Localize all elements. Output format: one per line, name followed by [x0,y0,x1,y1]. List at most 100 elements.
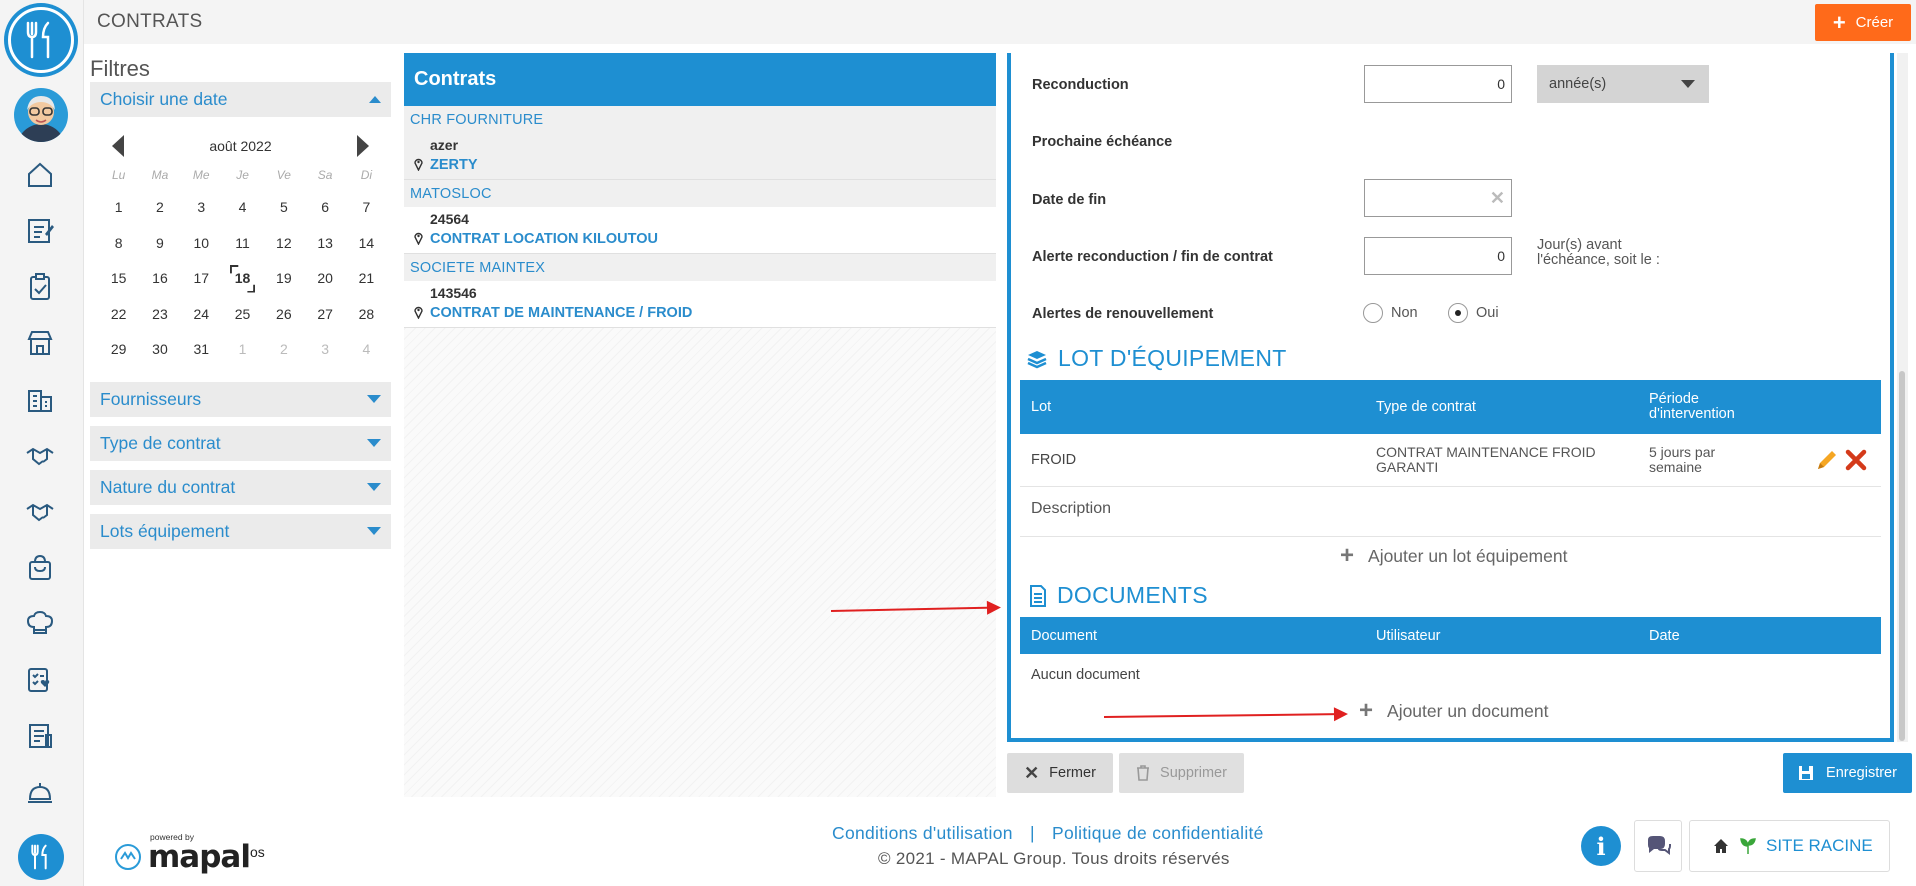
brand-suffix: os [250,844,265,860]
weekday-label: Sa [317,168,333,182]
calendar-day[interactable]: 20 [304,261,345,297]
date-filter-header[interactable]: Choisir une date [90,82,391,118]
building-chart-icon[interactable] [24,384,56,416]
renewal-no-radio[interactable]: Non [1363,303,1418,323]
calendar-day[interactable]: 1 [98,190,139,226]
calendar-day[interactable]: 11 [222,226,263,262]
reconduction-input[interactable]: 0 [1364,65,1512,103]
calendar-day[interactable]: 6 [304,190,345,226]
calendar-day[interactable]: 27 [304,297,345,333]
detail-scrollbar[interactable] [1897,53,1908,742]
contracts-list-panel: Contrats CHR FOURNITURE azer ZERTY MATOS… [404,53,996,797]
calendar-day[interactable]: 2 [263,332,304,368]
delete-button[interactable]: Supprimer [1119,753,1244,793]
store-icon[interactable] [24,327,56,359]
contract-list-item[interactable]: azer ZERTY [404,133,996,180]
calendar-day[interactable]: 23 [139,297,180,333]
site-root-button[interactable]: SITE RACINE [1689,820,1890,872]
calendar-day[interactable]: 8 [98,226,139,262]
support-chat-button[interactable] [1634,820,1682,872]
suppliers-filter-header[interactable]: Fournisseurs [90,381,391,418]
save-button[interactable]: Enregistrer [1783,753,1912,793]
calendar-day[interactable]: 10 [181,226,222,262]
previous-month-icon[interactable] [112,135,124,157]
weekday-label: Lu [111,168,126,182]
checklist-heart-icon[interactable] [24,664,56,696]
calendar-day[interactable]: 24 [181,297,222,333]
calendar-days: 1 2 3 4 5 6 7 8 9 10 11 12 13 14 15 16 17 18 19 20 21 22 23 24 2… [98,190,383,368]
contracts-list-title: Contrats [404,53,996,106]
calendar-day[interactable]: 28 [346,297,387,333]
calendar-day[interactable]: 16 [139,261,180,297]
boxes-icon [1027,350,1047,368]
add-document-link[interactable]: + Ajouter un document [1359,697,1549,725]
privacy-link[interactable]: Politique de confidentialité [1052,823,1264,843]
calendar-day[interactable]: 30 [139,332,180,368]
end-date-input[interactable]: ✕ [1364,179,1512,217]
calendar-day[interactable]: 1 [222,332,263,368]
equipment-lots-filter-header[interactable]: Lots équipement [90,513,391,550]
shopping-bag-icon[interactable] [24,552,56,584]
scrollbar-thumb[interactable] [1899,371,1905,741]
calendar-day[interactable]: 22 [98,297,139,333]
calendar-day[interactable]: 13 [304,226,345,262]
next-month-icon[interactable] [356,135,369,157]
calendar-day[interactable]: 4 [346,332,387,368]
calendar-day[interactable]: 5 [263,190,304,226]
edit-pencil-icon[interactable] [1815,448,1839,472]
calendar-day[interactable]: 4 [222,190,263,226]
calendar-day[interactable]: 19 [263,261,304,297]
calendar-day[interactable]: 2 [139,190,180,226]
reconduction-unit-select[interactable]: année(s) [1537,65,1709,103]
chat-bubble-icon [1648,836,1671,855]
delete-button-label: Supprimer [1160,765,1227,781]
chef-hat-icon[interactable] [24,608,56,640]
user-avatar[interactable] [14,88,68,142]
renewal-yes-radio[interactable]: Oui [1448,303,1499,323]
edit-document-icon[interactable] [24,215,56,247]
home-icon [1714,839,1728,853]
app-logo[interactable] [8,7,74,73]
next-due-label: Prochaine échéance [1032,134,1173,150]
contract-nature-filter-header[interactable]: Nature du contrat [90,469,391,506]
terms-link[interactable]: Conditions d'utilisation [832,823,1013,843]
handshake-contracts-icon[interactable] [24,496,56,528]
clipboard-check-icon[interactable] [24,271,56,303]
calendar-day[interactable]: 3 [304,332,345,368]
contract-list-item[interactable]: 24564 CONTRAT LOCATION KILOUTOU [404,207,996,254]
contract-code: azer [430,137,459,153]
calendar-day[interactable]: 7 [346,190,387,226]
calendar-day[interactable]: 9 [139,226,180,262]
calendar-day[interactable]: 29 [98,332,139,368]
service-bell-icon[interactable] [24,776,56,808]
calendar-day[interactable]: 3 [181,190,222,226]
calendar-day[interactable]: 26 [263,297,304,333]
calendar-day[interactable]: 31 [181,332,222,368]
close-button[interactable]: ✕ Fermer [1007,753,1113,793]
calendar-day[interactable]: 14 [346,226,387,262]
filter-section-label: Fournisseurs [100,388,202,409]
alert-hint-line: Jour(s) avant [1537,237,1622,253]
home-icon[interactable] [24,159,56,191]
filter-section-label: Type de contrat [100,432,221,453]
handshake-icon[interactable] [24,440,56,472]
contract-list-item[interactable]: 143546 CONTRAT DE MAINTENANCE / FROID [404,281,996,328]
date-filter-label: Choisir une date [100,89,228,109]
contract-type-filter-header[interactable]: Type de contrat [90,425,391,462]
info-icon[interactable]: i [1581,826,1621,866]
calendar-day[interactable]: 21 [346,261,387,297]
calendar-day[interactable]: 17 [181,261,222,297]
lot-period-line: 5 jours par [1649,444,1716,460]
add-equipment-lot-link[interactable]: + Ajouter un lot équipement [1340,542,1567,570]
radio-circle-selected [1448,303,1468,323]
alert-days-input[interactable]: 0 [1364,237,1512,275]
calendar-day[interactable]: 25 [222,297,263,333]
calendar-day-selected[interactable]: 18 [222,261,263,297]
calendar-day[interactable]: 15 [98,261,139,297]
delete-x-icon[interactable] [1845,449,1867,471]
app-home-button[interactable] [18,834,64,880]
calendar-day[interactable]: 12 [263,226,304,262]
report-icon[interactable] [24,720,56,752]
clear-icon[interactable]: ✕ [1490,180,1505,216]
create-button[interactable]: + Créer [1815,4,1911,41]
